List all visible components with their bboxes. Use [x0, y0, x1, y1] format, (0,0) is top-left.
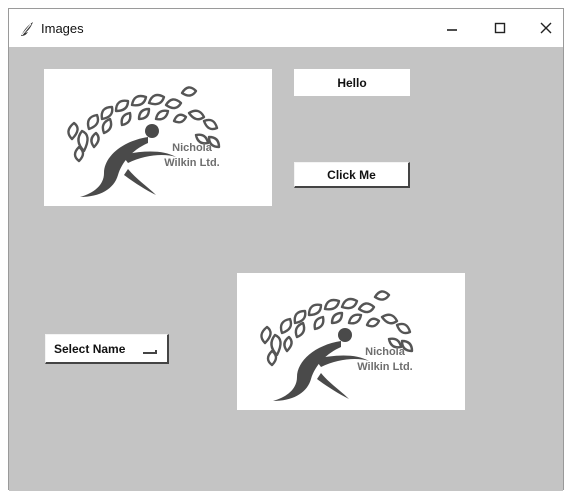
maximize-button[interactable] [477, 9, 523, 47]
logo-company-name: Nichola [172, 142, 212, 154]
logo-image-top: Nichola Wilkin Ltd. [44, 69, 272, 206]
app-window: Images Nichola Wilkin Ltd. Hello Click M… [8, 8, 564, 491]
logo-image-bottom: Nichola Wilkin Ltd. [237, 273, 465, 410]
minimize-button[interactable] [429, 9, 475, 47]
window-client-area: Nichola Wilkin Ltd. Hello Click Me Selec… [9, 47, 563, 491]
minimize-icon [447, 29, 457, 31]
logo-company-name: Nichola [365, 346, 405, 358]
hello-button[interactable]: Hello [294, 69, 410, 96]
title-bar[interactable]: Images [9, 9, 563, 47]
select-name-option-menu[interactable]: Select Name [45, 334, 169, 364]
tree-logo-icon [44, 69, 272, 206]
logo-company-suffix: Wilkin Ltd. [357, 361, 413, 373]
close-button[interactable] [523, 9, 569, 47]
feather-icon [21, 22, 33, 36]
tree-logo-icon [237, 273, 465, 410]
click-me-button[interactable]: Click Me [294, 162, 410, 188]
maximize-icon [494, 22, 506, 34]
close-icon [540, 22, 552, 34]
option-menu-selected: Select Name [54, 342, 126, 356]
menu-indicator-icon [143, 350, 157, 354]
window-title: Images [41, 21, 84, 36]
logo-company-suffix: Wilkin Ltd. [164, 157, 220, 169]
